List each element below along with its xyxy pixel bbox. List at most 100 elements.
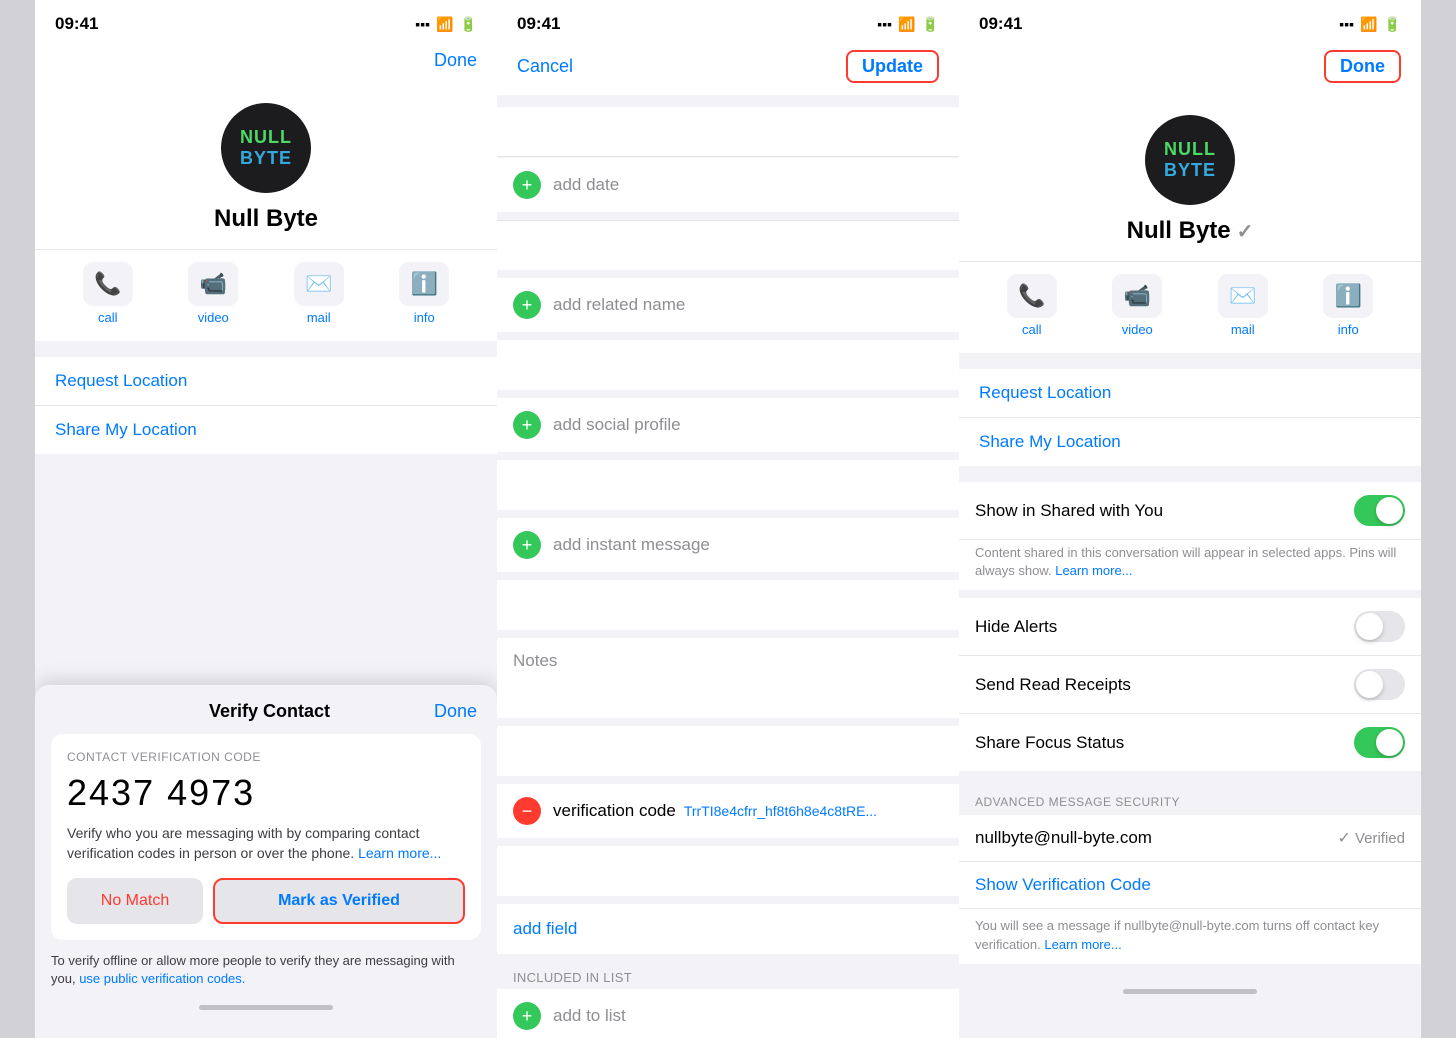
add-date-card: + add date <box>497 158 959 212</box>
battery-icon-2: 🔋 <box>922 16 939 33</box>
add-date-row[interactable]: + add date <box>497 158 959 212</box>
add-field-row[interactable]: add field <box>497 904 959 954</box>
add-social-icon: + <box>513 411 541 439</box>
mail-label: mail <box>307 310 331 325</box>
adv-learn-more-link[interactable]: Learn more... <box>1044 937 1121 952</box>
share-focus-row: Share Focus Status <box>959 714 1421 771</box>
verify-footer: To verify offline or allow more people t… <box>35 940 497 988</box>
verify-public-codes-link[interactable]: use public verification codes. <box>79 971 245 986</box>
info-button-3[interactable]: ℹ️ info <box>1323 274 1373 337</box>
avatar-byte-text-3: BYTE <box>1164 160 1216 181</box>
status-icons-2: ▪▪▪ 📶 🔋 <box>877 16 939 33</box>
info-button-1[interactable]: ℹ️ info <box>399 262 449 325</box>
contact-name-3: Null Byte <box>1127 217 1231 245</box>
avatar-null-text: NULL <box>240 127 292 148</box>
add-im-card: + add instant message <box>497 518 959 572</box>
update-button[interactable]: Update <box>846 50 939 83</box>
edit-scroll[interactable]: + add date + add related name + add soci… <box>497 95 959 1038</box>
verification-code-row[interactable]: − verification code TrrTI8e4cfrr_hf8t6h8… <box>497 784 959 838</box>
add-related-name-row[interactable]: + add related name <box>497 278 959 332</box>
verify-section: CONTACT VERIFICATION CODE 2437 4973 Veri… <box>51 734 481 939</box>
hide-alerts-row: Hide Alerts <box>959 598 1421 656</box>
video-icon: 📹 <box>188 262 238 306</box>
location-list-3: Request Location Share My Location <box>959 369 1421 466</box>
call-label-3: call <box>1022 322 1042 337</box>
send-read-receipts-row: Send Read Receipts <box>959 656 1421 714</box>
verified-email-row: nullbyte@null-byte.com ✓ Verified <box>959 815 1421 861</box>
show-verification-code-link[interactable]: Show Verification Code <box>959 861 1421 908</box>
add-social-row[interactable]: + add social profile <box>497 398 959 452</box>
verify-buttons: No Match Mark as Verified <box>67 878 465 924</box>
done-button-3[interactable]: Done <box>1324 50 1401 83</box>
add-field-card: add field <box>497 904 959 954</box>
status-bar-3: 09:41 ▪▪▪ 📶 🔋 <box>959 0 1421 42</box>
status-bar-1: 09:41 ▪▪▪ 📶 🔋 <box>35 0 497 42</box>
modal-done-button[interactable]: Done <box>434 701 477 722</box>
video-label-3: video <box>1122 322 1153 337</box>
home-indicator-1 <box>35 988 497 1018</box>
mail-button[interactable]: ✉️ mail <box>294 262 344 325</box>
show-in-shared-label: Show in Shared with You <box>975 501 1163 521</box>
remove-verification-icon: − <box>513 797 541 825</box>
mail-icon-3: ✉️ <box>1218 274 1268 318</box>
verify-description: Verify who you are messaging with by com… <box>67 824 465 863</box>
hide-alerts-toggle[interactable] <box>1354 611 1405 642</box>
battery-icon: 🔋 <box>460 16 477 33</box>
avatar-3: NULL BYTE <box>1145 115 1235 205</box>
alerts-card: Hide Alerts Send Read Receipts Share Foc… <box>959 598 1421 771</box>
share-focus-toggle[interactable] <box>1354 727 1405 758</box>
add-to-list-label: add to list <box>553 1006 626 1026</box>
panel-2: 09:41 ▪▪▪ 📶 🔋 Cancel Update + add date + <box>497 0 959 1038</box>
add-to-list-icon: + <box>513 1002 541 1030</box>
video-button-3[interactable]: 📹 video <box>1112 274 1162 337</box>
signal-icon: ▪▪▪ <box>415 16 430 32</box>
action-buttons-3: 📞 call 📹 video ✉️ mail ℹ️ info <box>959 261 1421 353</box>
avatar-1: NULL BYTE <box>221 103 311 193</box>
add-im-row[interactable]: + add instant message <box>497 518 959 572</box>
signal-icon-3: ▪▪▪ <box>1339 16 1354 32</box>
verify-learn-more-link[interactable]: Learn more... <box>358 845 441 861</box>
included-in-list-header: INCLUDED IN LIST <box>497 962 959 989</box>
status-time-1: 09:41 <box>55 14 98 34</box>
share-my-location-3[interactable]: Share My Location <box>959 418 1421 466</box>
show-in-shared-toggle[interactable] <box>1354 495 1405 526</box>
hide-alerts-label: Hide Alerts <box>975 617 1057 637</box>
wifi-icon: 📶 <box>436 16 453 33</box>
verified-label: Verified <box>1355 830 1405 847</box>
add-field-label: add field <box>513 919 577 939</box>
adv-security-section-label: ADVANCED MESSAGE SECURITY <box>959 779 1421 815</box>
call-label: call <box>98 310 118 325</box>
send-read-receipts-label: Send Read Receipts <box>975 675 1131 695</box>
no-match-button[interactable]: No Match <box>67 878 203 924</box>
video-label: video <box>198 310 229 325</box>
wifi-icon-3: 📶 <box>1360 16 1377 33</box>
adv-security-card: nullbyte@null-byte.com ✓ Verified Show V… <box>959 815 1421 963</box>
mark-verified-button[interactable]: Mark as Verified <box>213 878 465 924</box>
cancel-button[interactable]: Cancel <box>517 56 573 77</box>
done-button-1[interactable]: Done <box>434 50 477 71</box>
mail-icon: ✉️ <box>294 262 344 306</box>
send-read-receipts-toggle[interactable] <box>1354 669 1405 700</box>
add-to-list-card: + add to list <box>497 989 959 1038</box>
add-to-list-row[interactable]: + add to list <box>497 989 959 1038</box>
info-label-3: info <box>1338 322 1359 337</box>
video-icon-3: 📹 <box>1112 274 1162 318</box>
call-button-3[interactable]: 📞 call <box>1007 274 1057 337</box>
video-button[interactable]: 📹 video <box>188 262 238 325</box>
request-location-1[interactable]: Request Location <box>35 357 497 406</box>
mail-button-3[interactable]: ✉️ mail <box>1218 274 1268 337</box>
add-social-card: + add social profile <box>497 398 959 452</box>
panel1-header: Done <box>35 42 497 83</box>
info-icon-3: ℹ️ <box>1323 274 1373 318</box>
verified-checkmark-icon: ✓ <box>1237 219 1254 244</box>
notes-row[interactable]: Notes <box>497 638 959 718</box>
modal-title: Verify Contact <box>105 701 434 722</box>
share-my-location-1[interactable]: Share My Location <box>35 406 497 454</box>
request-location-3[interactable]: Request Location <box>959 369 1421 418</box>
call-icon: 📞 <box>83 262 133 306</box>
contact-section-1: NULL BYTE Null Byte <box>35 83 497 249</box>
shared-learn-more-link[interactable]: Learn more... <box>1055 563 1132 578</box>
call-button[interactable]: 📞 call <box>83 262 133 325</box>
status-icons-1: ▪▪▪ 📶 🔋 <box>415 16 477 33</box>
add-date-icon: + <box>513 171 541 199</box>
